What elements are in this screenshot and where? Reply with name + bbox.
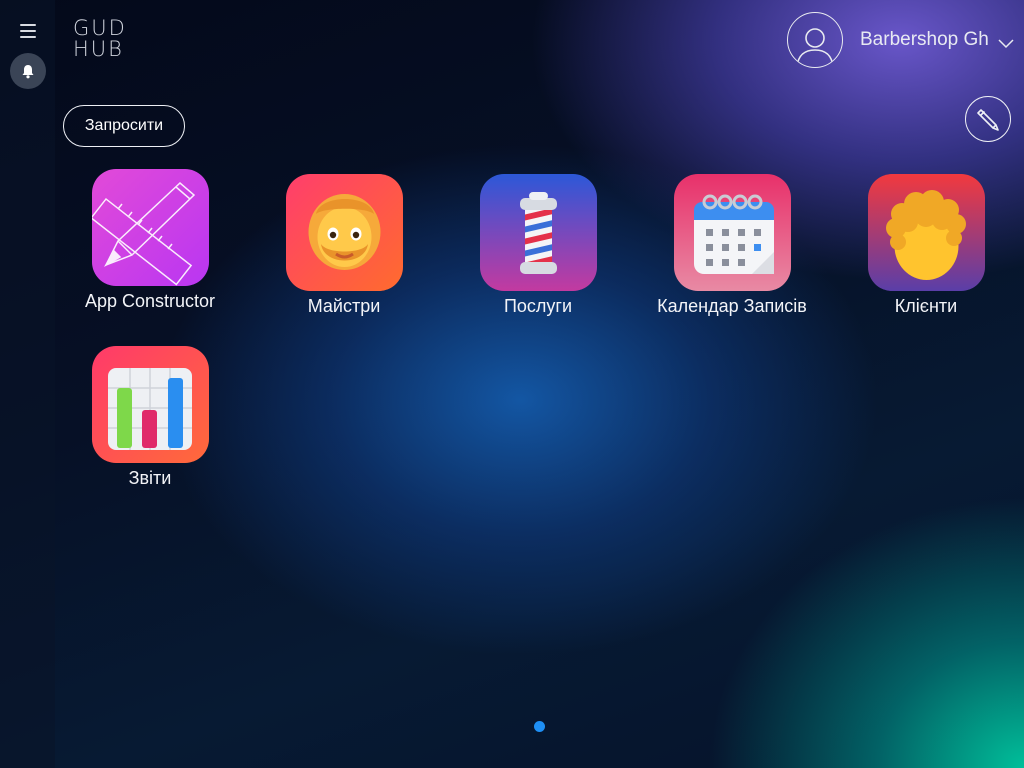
logo-line-2: HUB (73, 37, 124, 61)
bell-icon (22, 64, 33, 78)
bearded-face-icon (285, 174, 403, 291)
app-label: Календар Записів (657, 296, 807, 316)
app-icon (479, 174, 597, 291)
app-icon (91, 169, 209, 286)
edit-button[interactable] (965, 96, 1011, 142)
chevron-down-icon (998, 39, 1014, 49)
user-name: Barbershop Gh (860, 29, 988, 50)
user-icon (796, 28, 834, 67)
app-label: Послуги (503, 296, 573, 316)
app-tile-reports[interactable]: Звіти (70, 346, 230, 489)
app-icon (673, 174, 791, 291)
app-label: Майстри (307, 296, 381, 316)
pencil-ruler-icon (91, 169, 209, 286)
app-tile-app-constructor[interactable]: App Constructor (70, 169, 230, 312)
sidebar (0, 0, 55, 768)
app-label: Клієнти (894, 296, 958, 316)
app-label: Звіти (128, 468, 172, 488)
barber-pole-icon (479, 174, 597, 291)
invite-button[interactable]: Запросити (63, 105, 185, 147)
gudhub-logo[interactable]: GUD HUB (73, 18, 127, 60)
menu-button[interactable] (18, 20, 38, 38)
user-menu[interactable]: Barbershop Gh (787, 12, 1014, 68)
curly-hair-head-icon (867, 174, 985, 291)
app-label: App Constructor (84, 291, 216, 311)
bar-chart-icon (91, 346, 209, 463)
app-icon (91, 346, 209, 463)
app-tile-clients[interactable]: Клієнти (846, 174, 1006, 317)
avatar (787, 12, 843, 68)
app-tile-calendar[interactable]: Календар Записів (652, 174, 812, 317)
notifications-button[interactable] (9, 53, 46, 89)
pencil-icon (977, 109, 999, 131)
app-tile-masters[interactable]: Майстри (264, 174, 424, 317)
app-icon (867, 174, 985, 291)
hamburger-icon (19, 24, 36, 26)
logo-line-1: GUD (73, 16, 127, 40)
calendar-icon (673, 174, 791, 291)
page-indicator-dot[interactable] (534, 721, 545, 732)
app-tile-services[interactable]: Послуги (458, 174, 618, 317)
app-icon (285, 174, 403, 291)
